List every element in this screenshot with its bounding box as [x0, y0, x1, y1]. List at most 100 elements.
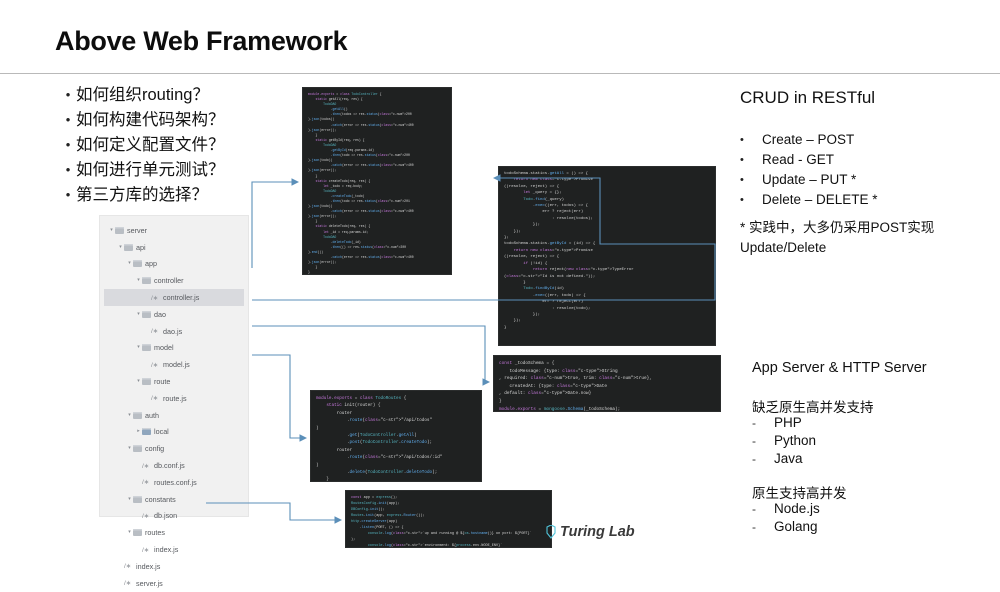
- tree-item-model[interactable]: ▾ model: [104, 340, 244, 357]
- question-text: 如何构建代码架构？: [76, 111, 225, 129]
- tree-item-local[interactable]: ▸ local: [104, 424, 244, 441]
- tree-item-app[interactable]: ▾ app: [104, 256, 244, 273]
- wire-route-js-to-routes-code: [252, 354, 308, 442]
- no-native-concurrency-item-0: - PHP: [752, 414, 982, 432]
- no-native-concurrency-item-1: - Python: [752, 432, 982, 450]
- code-block-routes: module.exports = class TodoRoutes { stat…: [310, 390, 482, 482]
- no-native-concurrency-item-label: Java: [774, 451, 803, 466]
- tree-item-db-json[interactable]: ▾/∗db.json: [104, 508, 244, 525]
- tree-item-constants[interactable]: ▾ constants: [104, 491, 244, 508]
- folder-icon: [124, 243, 133, 251]
- bullet-icon: •: [65, 87, 71, 102]
- tree-item-label: app: [145, 259, 157, 269]
- code-block-server: const app = express(); RoutesConfig.init(…: [345, 490, 552, 548]
- tree-item-dao-js[interactable]: ▾/∗dao.js: [104, 323, 244, 340]
- tree-item-label: route: [154, 377, 171, 387]
- title-divider: [0, 73, 1000, 74]
- native-concurrency-item-1: - Golang: [752, 518, 982, 536]
- bullet-icon: •: [740, 174, 744, 186]
- tree-item-label: model.js: [163, 360, 190, 370]
- crud-item-3: • Delete – DELETE *: [740, 191, 990, 209]
- tree-item-controller-js[interactable]: ▾/∗controller.js: [104, 289, 244, 306]
- js-file-icon: /∗: [142, 512, 150, 520]
- folder-icon: [133, 445, 142, 453]
- tree-item-label: index.js: [136, 561, 161, 571]
- code-text-controller: module.exports = class TodoController { …: [308, 92, 414, 275]
- js-file-icon: /∗: [142, 479, 150, 487]
- tree-item-routes-conf-js[interactable]: ▾/∗routes.conf.js: [104, 474, 244, 491]
- bullet-icon: •: [740, 194, 744, 206]
- question-item-2: • 如何定义配置文件？: [60, 134, 320, 156]
- tree-item-index-js[interactable]: ▾/∗index.js: [104, 541, 244, 558]
- js-file-icon: /∗: [142, 546, 150, 554]
- chevron-icon: ▾: [128, 529, 131, 536]
- native-concurrency-item-label: Golang: [774, 519, 818, 534]
- tree-item-label: controller.js: [163, 293, 200, 303]
- tree-item-label: dao: [154, 309, 166, 319]
- folder-icon: [133, 411, 142, 419]
- file-tree-panel[interactable]: ▾ server ▾ api ▾ app ▾ controller ▾ /∗ controller.…: [99, 215, 249, 588]
- tree-item-route[interactable]: ▾ route: [104, 373, 244, 390]
- tree-item-config[interactable]: ▾ config: [104, 440, 244, 457]
- tree-item-auth[interactable]: ▾ auth: [104, 407, 244, 424]
- tree-item-db-conf-js[interactable]: ▾/∗db.conf.js: [104, 457, 244, 474]
- code-text-server: const app = express(); RoutesConfig.init(…: [351, 496, 532, 548]
- chevron-icon: ▾: [128, 495, 131, 502]
- crud-heading: CRUD in RESTful: [740, 88, 876, 107]
- no-native-concurrency-item-label: Python: [774, 433, 817, 448]
- tree-item-label: routes: [145, 528, 165, 538]
- crud-list: • Create – POST • Read - GET • Update – PUT *…: [740, 131, 990, 211]
- wire-model-js-to-schema-code: [252, 325, 491, 386]
- js-file-icon: /∗: [151, 294, 159, 302]
- tree-item-label: routes.conf.js: [154, 477, 197, 487]
- bullet-icon: •: [65, 112, 71, 127]
- dash-icon: -: [752, 416, 756, 430]
- tree-item-api[interactable]: ▾ api: [104, 239, 244, 256]
- tree-item-label: auth: [145, 410, 159, 420]
- tree-item-label: route.js: [163, 393, 187, 403]
- tree-item-index-js[interactable]: ▾/∗index.js: [104, 558, 244, 575]
- tree-item-server[interactable]: ▾ server: [104, 222, 244, 239]
- crud-item-label: Create – POST: [762, 132, 855, 147]
- code-block-dao: todoSchema.statics.getAll = () => { retu…: [498, 166, 716, 346]
- chevron-icon: ▾: [119, 243, 122, 250]
- no-native-concurrency-list: - PHP - Python - Java: [752, 414, 982, 468]
- tree-item-dao[interactable]: ▾ dao: [104, 306, 244, 323]
- code-text-schema: const _todoSchema = { todoMessage: {type…: [499, 361, 652, 412]
- crud-item-1: • Read - GET: [740, 151, 990, 169]
- tree-item-label: model: [154, 343, 174, 353]
- question-text: 如何组织routing？: [76, 86, 209, 104]
- question-list: • 如何组织routing？ • 如何构建代码架构？ • 如何定义配置文件？ • 如何进行单元…: [60, 84, 320, 209]
- folder-icon: [115, 226, 124, 234]
- js-file-icon: /∗: [124, 580, 132, 588]
- folder-icon: [133, 495, 142, 503]
- crud-item-label: Read - GET: [762, 152, 835, 167]
- app-server-heading: App Server & HTTP Server: [752, 360, 927, 376]
- bullet-icon: •: [65, 137, 71, 152]
- tree-item-controller[interactable]: ▾ controller: [104, 272, 244, 289]
- crud-item-label: Delete – DELETE *: [762, 192, 878, 207]
- chevron-icon: ▾: [137, 277, 140, 284]
- tree-item-model-js[interactable]: ▾/∗model.js: [104, 356, 244, 373]
- native-concurrency-heading: 原生支持高并发: [752, 486, 847, 501]
- tree-item-routes[interactable]: ▾ routes: [104, 524, 244, 541]
- folder-icon: [142, 344, 151, 352]
- native-concurrency-item-0: - Node.js: [752, 500, 982, 518]
- turing-lab-logo-text: Turing Lab: [560, 524, 635, 540]
- chevron-icon: ▾: [137, 378, 140, 385]
- tree-item-label: index.js: [154, 545, 179, 555]
- folder-icon: [142, 277, 151, 285]
- js-file-icon: /∗: [151, 395, 159, 403]
- tree-item-label: db.json: [154, 511, 178, 521]
- folder-icon: [133, 529, 142, 537]
- question-item-3: • 如何进行单元测试？: [60, 159, 320, 181]
- tree-item-server-js[interactable]: ▾/∗server.js: [104, 575, 244, 592]
- code-block-schema: const _todoSchema = { todoMessage: {type…: [493, 355, 721, 412]
- chevron-icon: ▾: [128, 411, 131, 418]
- crud-footnote: * 实践中，大多仍采用POST实现 Update/Delete: [740, 220, 935, 255]
- question-item-0: • 如何组织routing？: [60, 84, 320, 106]
- turing-lab-logo-icon: [546, 525, 556, 539]
- tree-item-route-js[interactable]: ▾/∗route.js: [104, 390, 244, 407]
- code-text-routes: module.exports = class TodoRoutes { stat…: [316, 396, 443, 482]
- chevron-icon: ▾: [110, 226, 113, 233]
